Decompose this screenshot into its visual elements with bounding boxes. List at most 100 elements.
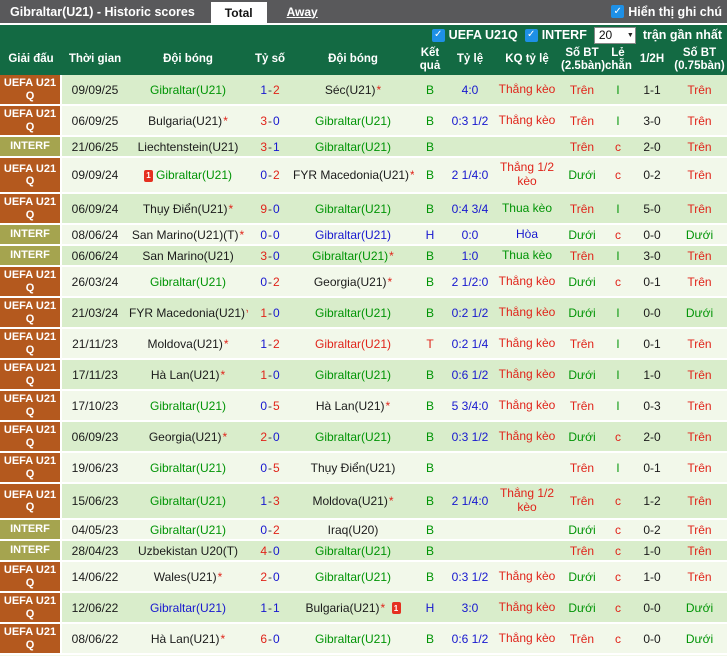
league-label: UEFA U21 Q (3, 108, 57, 132)
away-team-cell: Gibraltar(U21) (292, 337, 414, 351)
result-cell: B (414, 275, 446, 289)
checkbox-checked-icon[interactable]: ✓ (432, 29, 445, 42)
checkbox-checked-icon[interactable]: ✓ (525, 29, 538, 42)
column-header-goals25: Số BT (2.5bàn) (560, 47, 604, 73)
checkbox-checked-icon[interactable]: ✓ (611, 5, 624, 18)
score-cell: 2-0 (248, 430, 292, 444)
result-cell: B (414, 114, 446, 128)
filter-interf[interactable]: ✓ INTERF (525, 28, 587, 42)
handicap-odds-cell: 0:2 1/4 (446, 337, 494, 351)
home-team-cell: Liechtenstein(U21) (128, 140, 248, 154)
league-cell: UEFA U21 Q (0, 593, 62, 622)
table-row: INTERF 28/04/23 Uzbekistan U20(T) 4-0 Gi… (0, 541, 727, 562)
away-team-cell: Gibraltar(U21)* (292, 249, 414, 263)
show-notes-toggle[interactable]: ✓ Hiển thị ghi chú (611, 5, 727, 19)
team-name: Gibraltar(U21) (315, 368, 391, 382)
home-score: 1 (260, 601, 267, 615)
home-team-cell: Wales(U21)* (128, 570, 248, 584)
odds-result-cell: Thắng 1/2 kèo (494, 161, 560, 189)
filter-uefa-u21q[interactable]: ✓ UEFA U21Q (432, 28, 518, 42)
home-score: 1 (260, 494, 267, 508)
date-cell: 08/06/24 (62, 228, 128, 242)
score-cell: 0-2 (248, 523, 292, 537)
over-under-25-cell: Trên (560, 461, 604, 475)
team-name: Georgia(U21) (314, 275, 387, 289)
league-label: UEFA U21 Q (3, 595, 57, 619)
half-score-cell: 0-0 (632, 306, 672, 320)
half-score-cell: 0-0 (632, 228, 672, 242)
away-team-cell: Hà Lan(U21)* (292, 399, 414, 413)
odds-result-cell: Thắng kèo (494, 399, 560, 413)
away-team-cell: FYR Macedonia(U21)* (292, 168, 414, 182)
half-score-cell: 0-0 (632, 632, 672, 646)
table-row: UEFA U21 Q 09/09/25 Gibraltar(U21) 1-2 S… (0, 75, 727, 106)
away-score: 0 (273, 430, 280, 444)
star-marker: * (218, 570, 223, 584)
over-under-075-cell: Trên (672, 544, 727, 558)
away-team-cell: Gibraltar(U21) (292, 430, 414, 444)
match-count-select[interactable]: 20 (594, 27, 636, 44)
league-label: UEFA U21 Q (3, 564, 57, 588)
tab-total[interactable]: Total (211, 2, 267, 23)
away-score: 0 (273, 544, 280, 558)
result-cell: B (414, 570, 446, 584)
date-cell: 17/11/23 (62, 368, 128, 382)
home-score: 1 (260, 337, 267, 351)
half-score-cell: 0-1 (632, 275, 672, 289)
over-under-075-cell: Trên (672, 249, 727, 263)
table-row: UEFA U21 Q 14/06/22 Wales(U21)* 2-0 Gibr… (0, 562, 727, 593)
date-cell: 19/06/23 (62, 461, 128, 475)
odd-even-cell: l (604, 368, 632, 382)
tab-bar: Total Away (211, 0, 322, 23)
column-header-score: Tỷ số (248, 53, 292, 66)
historic-scores-panel: Gibraltar(U21) - Historic scores Total A… (0, 0, 727, 656)
date-cell: 09/09/25 (62, 83, 128, 97)
handicap-odds-cell: 2 1/4:0 (446, 168, 494, 182)
odds-result-cell: Thắng kèo (494, 632, 560, 646)
over-under-25-cell: Trên (560, 337, 604, 351)
league-label: INTERF (10, 140, 50, 152)
league-label: UEFA U21 Q (3, 455, 57, 479)
date-cell: 06/09/23 (62, 430, 128, 444)
odds-result-cell: Thắng kèo (494, 83, 560, 97)
star-marker: * (224, 337, 229, 351)
team-name: Georgia(U21) (149, 430, 222, 444)
team-name: Gibraltar(U21) (150, 494, 226, 508)
over-under-25-cell: Dưới (560, 306, 604, 320)
home-team-cell: San Marino(U21) (128, 249, 248, 263)
away-score: 0 (273, 114, 280, 128)
home-team-cell: Gibraltar(U21) (128, 494, 248, 508)
column-header-result: Kết quả (414, 47, 446, 73)
home-team-cell: Gibraltar(U21) (128, 601, 248, 615)
date-cell: 26/03/24 (62, 275, 128, 289)
over-under-075-cell: Trên (672, 168, 727, 182)
result-cell: B (414, 202, 446, 216)
home-score: 0 (260, 461, 267, 475)
table-row: UEFA U21 Q 09/09/24 1Gibraltar(U21) 0-2 … (0, 158, 727, 194)
score-cell: 1-2 (248, 83, 292, 97)
star-marker: * (223, 114, 228, 128)
league-label: UEFA U21 Q (3, 331, 57, 355)
star-marker: * (389, 249, 394, 263)
odd-even-cell: c (604, 430, 632, 444)
star-marker: * (229, 202, 234, 216)
league-label: UEFA U21 Q (3, 393, 57, 417)
home-team-cell: Gibraltar(U21) (128, 275, 248, 289)
table-row: UEFA U21 Q 06/09/24 Thụy Điển(U21)* 9-0 … (0, 194, 727, 225)
home-team-cell: Bulgaria(U21)* (128, 114, 248, 128)
tab-away[interactable]: Away (283, 0, 322, 23)
league-cell: UEFA U21 Q (0, 422, 62, 451)
date-cell: 21/11/23 (62, 337, 128, 351)
away-score: 2 (273, 83, 280, 97)
result-cell: B (414, 140, 446, 154)
away-score: 0 (273, 632, 280, 646)
odds-result-cell: Thua kèo (494, 202, 560, 216)
team-name: Hà Lan(U21) (151, 632, 220, 646)
handicap-odds-cell: 5 3/4:0 (446, 399, 494, 413)
league-cell: INTERF (0, 225, 62, 244)
home-score: 4 (260, 544, 267, 558)
away-score: 0 (273, 368, 280, 382)
over-under-25-cell: Trên (560, 114, 604, 128)
team-name: Gibraltar(U21) (156, 168, 232, 182)
league-label: UEFA U21 Q (3, 424, 57, 448)
